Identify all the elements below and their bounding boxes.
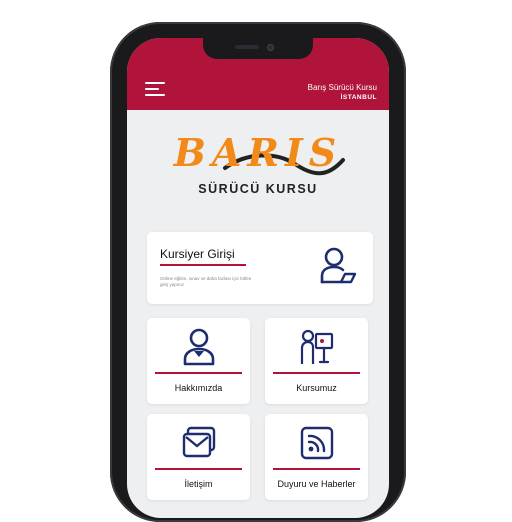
logo-wordmark: BARIS (173, 130, 343, 175)
mail-icon (182, 426, 216, 458)
tile-divider (273, 468, 360, 470)
instructor-board-icon (300, 329, 334, 364)
courses-tile[interactable]: Kursumuz (265, 318, 368, 404)
header-brand: Barış Sürücü Kursu İSTANBUL (308, 83, 377, 102)
brand-name: Barış Sürücü Kursu (307, 83, 377, 92)
tile-divider (155, 372, 242, 374)
logo-subtitle: SÜRÜCÜ KURSU (198, 182, 318, 196)
tile-label: Kursumuz (296, 383, 337, 393)
contact-tile[interactable]: İletişim (147, 414, 250, 500)
student-login-card[interactable]: Kursiyer Girişi Online eğitim, sınav ve … (147, 232, 373, 304)
tile-label: Duyuru ve Haberler (277, 479, 356, 489)
news-tile[interactable]: Duyuru ve Haberler (265, 414, 368, 500)
school-logo: BARIS SÜRÜCÜ KURSU (167, 130, 349, 210)
tile-divider (273, 372, 360, 374)
app-screen: Barış Sürücü Kursu İSTANBUL BARIS SÜRÜCÜ… (127, 38, 389, 518)
login-card-title: Kursiyer Girişi (160, 247, 235, 261)
rss-feed-icon (300, 426, 334, 460)
login-card-description: Online eğitim, sınav ve daha fazlası içi… (160, 276, 252, 287)
hamburger-menu-icon[interactable] (145, 82, 165, 96)
login-card-divider (160, 264, 246, 266)
tile-label: İletişim (184, 479, 213, 489)
user-login-icon (320, 247, 357, 284)
phone-notch (203, 38, 313, 59)
tile-label: Hakkımızda (174, 383, 223, 393)
brand-city: İSTANBUL (340, 94, 377, 101)
speaker-grille (235, 45, 259, 49)
phone-frame: Barış Sürücü Kursu İSTANBUL BARIS SÜRÜCÜ… (110, 22, 406, 522)
tile-divider (155, 468, 242, 470)
person-icon (183, 328, 215, 366)
front-camera (267, 44, 274, 51)
about-tile[interactable]: Hakkımızda (147, 318, 250, 404)
